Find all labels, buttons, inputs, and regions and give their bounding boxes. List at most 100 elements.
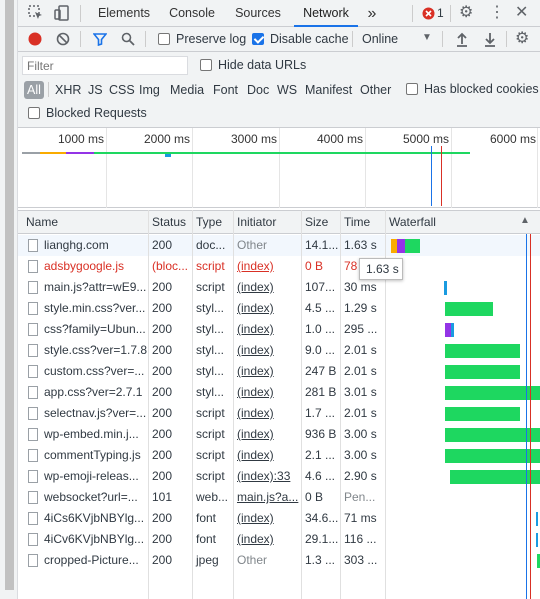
disable-cache-checkbox[interactable] <box>252 33 264 45</box>
toolbar-divider <box>442 31 443 47</box>
table-row[interactable]: style.min.css?ver... 200 styl... (index) 4.5… <box>18 298 540 319</box>
table-row[interactable]: 4iCv6KVjbNBYlg... 200 font (index) 29.1... 11… <box>18 529 540 550</box>
has-blocked-cookies-label[interactable]: Has blocked cookies <box>424 82 539 96</box>
type-filter-font[interactable]: Font <box>213 81 238 99</box>
settings-gear-icon[interactable]: ⚙ <box>459 5 473 21</box>
page-scrollbar[interactable] <box>0 0 18 599</box>
record-icon[interactable] <box>28 32 42 46</box>
table-row[interactable]: 4iCs6KVjbNBYlg... 200 font (index) 34.6... 71… <box>18 508 540 529</box>
tab-network[interactable]: Network <box>294 0 358 27</box>
column-header-status[interactable]: Status <box>148 211 192 233</box>
waterfall-bar[interactable] <box>536 554 540 568</box>
column-header-type[interactable]: Type <box>192 211 233 233</box>
cell-initiator[interactable]: (index) <box>233 445 301 466</box>
waterfall-bar[interactable] <box>445 344 520 358</box>
waterfall-bar[interactable] <box>445 407 520 421</box>
column-header-size[interactable]: Size <box>301 211 340 233</box>
column-header-time[interactable]: Time <box>340 211 385 233</box>
tab-sources[interactable]: Sources <box>230 0 286 27</box>
column-header-name[interactable]: Name <box>22 211 148 233</box>
column-header-waterfall[interactable]: Waterfall <box>385 211 515 233</box>
hide-data-urls-checkbox[interactable] <box>200 59 212 71</box>
waterfall-bar[interactable] <box>443 281 447 295</box>
column-header-initiator[interactable]: Initiator <box>233 211 301 233</box>
type-filter-xhr[interactable]: XHR <box>55 81 81 99</box>
table-row[interactable]: adsbygoogle.js (bloc... script (index) 0 B 78 <box>18 256 540 277</box>
cell-initiator[interactable]: (index) <box>233 403 301 424</box>
cell-initiator[interactable]: (index):33 <box>233 466 301 487</box>
type-filter-manifest[interactable]: Manifest <box>305 81 352 99</box>
table-row[interactable]: style.css?ver=1.7.8 200 styl... (index) 9.0 … <box>18 340 540 361</box>
waterfall-bar[interactable] <box>535 533 538 547</box>
cell-initiator[interactable]: (index) <box>233 298 301 319</box>
throttling-select[interactable]: Online <box>362 32 398 46</box>
waterfall-bar[interactable] <box>445 365 520 379</box>
type-filter-other[interactable]: Other <box>360 81 391 99</box>
type-filter-media[interactable]: Media <box>170 81 204 99</box>
filter-funnel-icon[interactable] <box>93 32 107 46</box>
timeline-overview[interactable]: 1000 ms 2000 ms 3000 ms 4000 ms 5000 ms … <box>18 128 540 208</box>
cell-initiator[interactable]: (index) <box>233 361 301 382</box>
tab-console[interactable]: Console <box>164 0 220 27</box>
table-row[interactable]: selectnav.js?ver=... 200 script (index) 1.7 … <box>18 403 540 424</box>
column-divider <box>148 210 149 599</box>
search-icon[interactable] <box>121 32 135 46</box>
table-row[interactable]: wp-embed.min.j... 200 script (index) 936 B 3.… <box>18 424 540 445</box>
type-filter-ws[interactable]: WS <box>277 81 297 99</box>
device-toolbar-icon[interactable] <box>54 5 70 21</box>
cell-type: script <box>196 406 225 420</box>
tab-elements[interactable]: Elements <box>92 0 156 27</box>
cell-initiator[interactable]: (index) <box>233 382 301 403</box>
table-row[interactable]: app.css?ver=2.7.1 200 styl... (index) 281 B 3… <box>18 382 540 403</box>
timeline-tick-label: 3000 ms <box>230 132 277 146</box>
scrollbar-thumb[interactable] <box>5 0 14 590</box>
cell-initiator[interactable]: (index) <box>233 277 301 298</box>
more-tabs-button[interactable]: » <box>364 0 380 27</box>
type-filter-js[interactable]: JS <box>88 81 103 99</box>
clear-icon[interactable] <box>56 32 70 46</box>
type-filter-img[interactable]: Img <box>139 81 160 99</box>
blocked-requests-label[interactable]: Blocked Requests <box>46 106 147 120</box>
error-count[interactable]: 1 <box>437 6 444 20</box>
error-icon[interactable] <box>422 7 435 20</box>
preserve-log-label[interactable]: Preserve log <box>176 32 246 46</box>
table-row[interactable]: css?family=Ubun... 200 styl... (index) 1.0 .… <box>18 319 540 340</box>
more-options-icon[interactable]: ⋮ <box>489 5 505 21</box>
waterfall-bar[interactable] <box>451 323 454 337</box>
dropdown-arrow-icon[interactable]: ▼ <box>422 33 432 43</box>
export-har-icon[interactable] <box>483 31 497 47</box>
sort-ascending-icon[interactable]: ▲ <box>520 216 530 226</box>
has-blocked-cookies-checkbox[interactable] <box>406 83 418 95</box>
cell-initiator[interactable]: (index) <box>233 508 301 529</box>
cell-time: 116 ... <box>344 532 377 546</box>
type-filter-doc[interactable]: Doc <box>247 81 269 99</box>
preserve-log-checkbox[interactable] <box>158 33 170 45</box>
table-row[interactable]: commentTyping.js 200 script (index) 2.1 ... 3… <box>18 445 540 466</box>
cell-initiator[interactable]: (index) <box>233 256 301 277</box>
cell-initiator[interactable]: (index) <box>233 319 301 340</box>
cell-initiator[interactable]: (index) <box>233 529 301 550</box>
close-icon[interactable]: ✕ <box>515 5 528 21</box>
cell-initiator[interactable]: (index) <box>233 340 301 361</box>
type-filter-all[interactable]: All <box>24 81 44 99</box>
import-har-icon[interactable] <box>455 31 469 47</box>
table-row[interactable]: lianghg.com 200 doc... Other 14.1... 1.63 s <box>18 235 540 256</box>
table-row[interactable]: websocket?url=... 101 web... main.js?a... 0 … <box>18 487 540 508</box>
filter-input[interactable] <box>22 56 188 75</box>
network-settings-gear-icon[interactable]: ⚙ <box>515 31 529 47</box>
table-row[interactable]: wp-emoji-releas... 200 script (index):33 4.6… <box>18 466 540 487</box>
hide-data-urls-label[interactable]: Hide data URLs <box>218 58 306 72</box>
table-row[interactable]: main.js?attr=wE9... 200 script (index) 107..… <box>18 277 540 298</box>
waterfall-bar[interactable] <box>445 302 493 316</box>
inspect-element-icon[interactable] <box>28 5 44 21</box>
waterfall-bar[interactable] <box>535 512 538 526</box>
waterfall-bar[interactable] <box>397 239 405 253</box>
cell-initiator[interactable]: (index) <box>233 424 301 445</box>
disable-cache-label[interactable]: Disable cache <box>270 32 349 46</box>
type-filter-css[interactable]: CSS <box>109 81 135 99</box>
waterfall-bar[interactable] <box>404 239 420 253</box>
blocked-requests-checkbox[interactable] <box>28 107 40 119</box>
table-row[interactable]: cropped-Picture... 200 jpeg Other 1.3 ... 303… <box>18 550 540 571</box>
table-row[interactable]: custom.css?ver=... 200 styl... (index) 247 B… <box>18 361 540 382</box>
cell-initiator[interactable]: main.js?a... <box>233 487 301 508</box>
